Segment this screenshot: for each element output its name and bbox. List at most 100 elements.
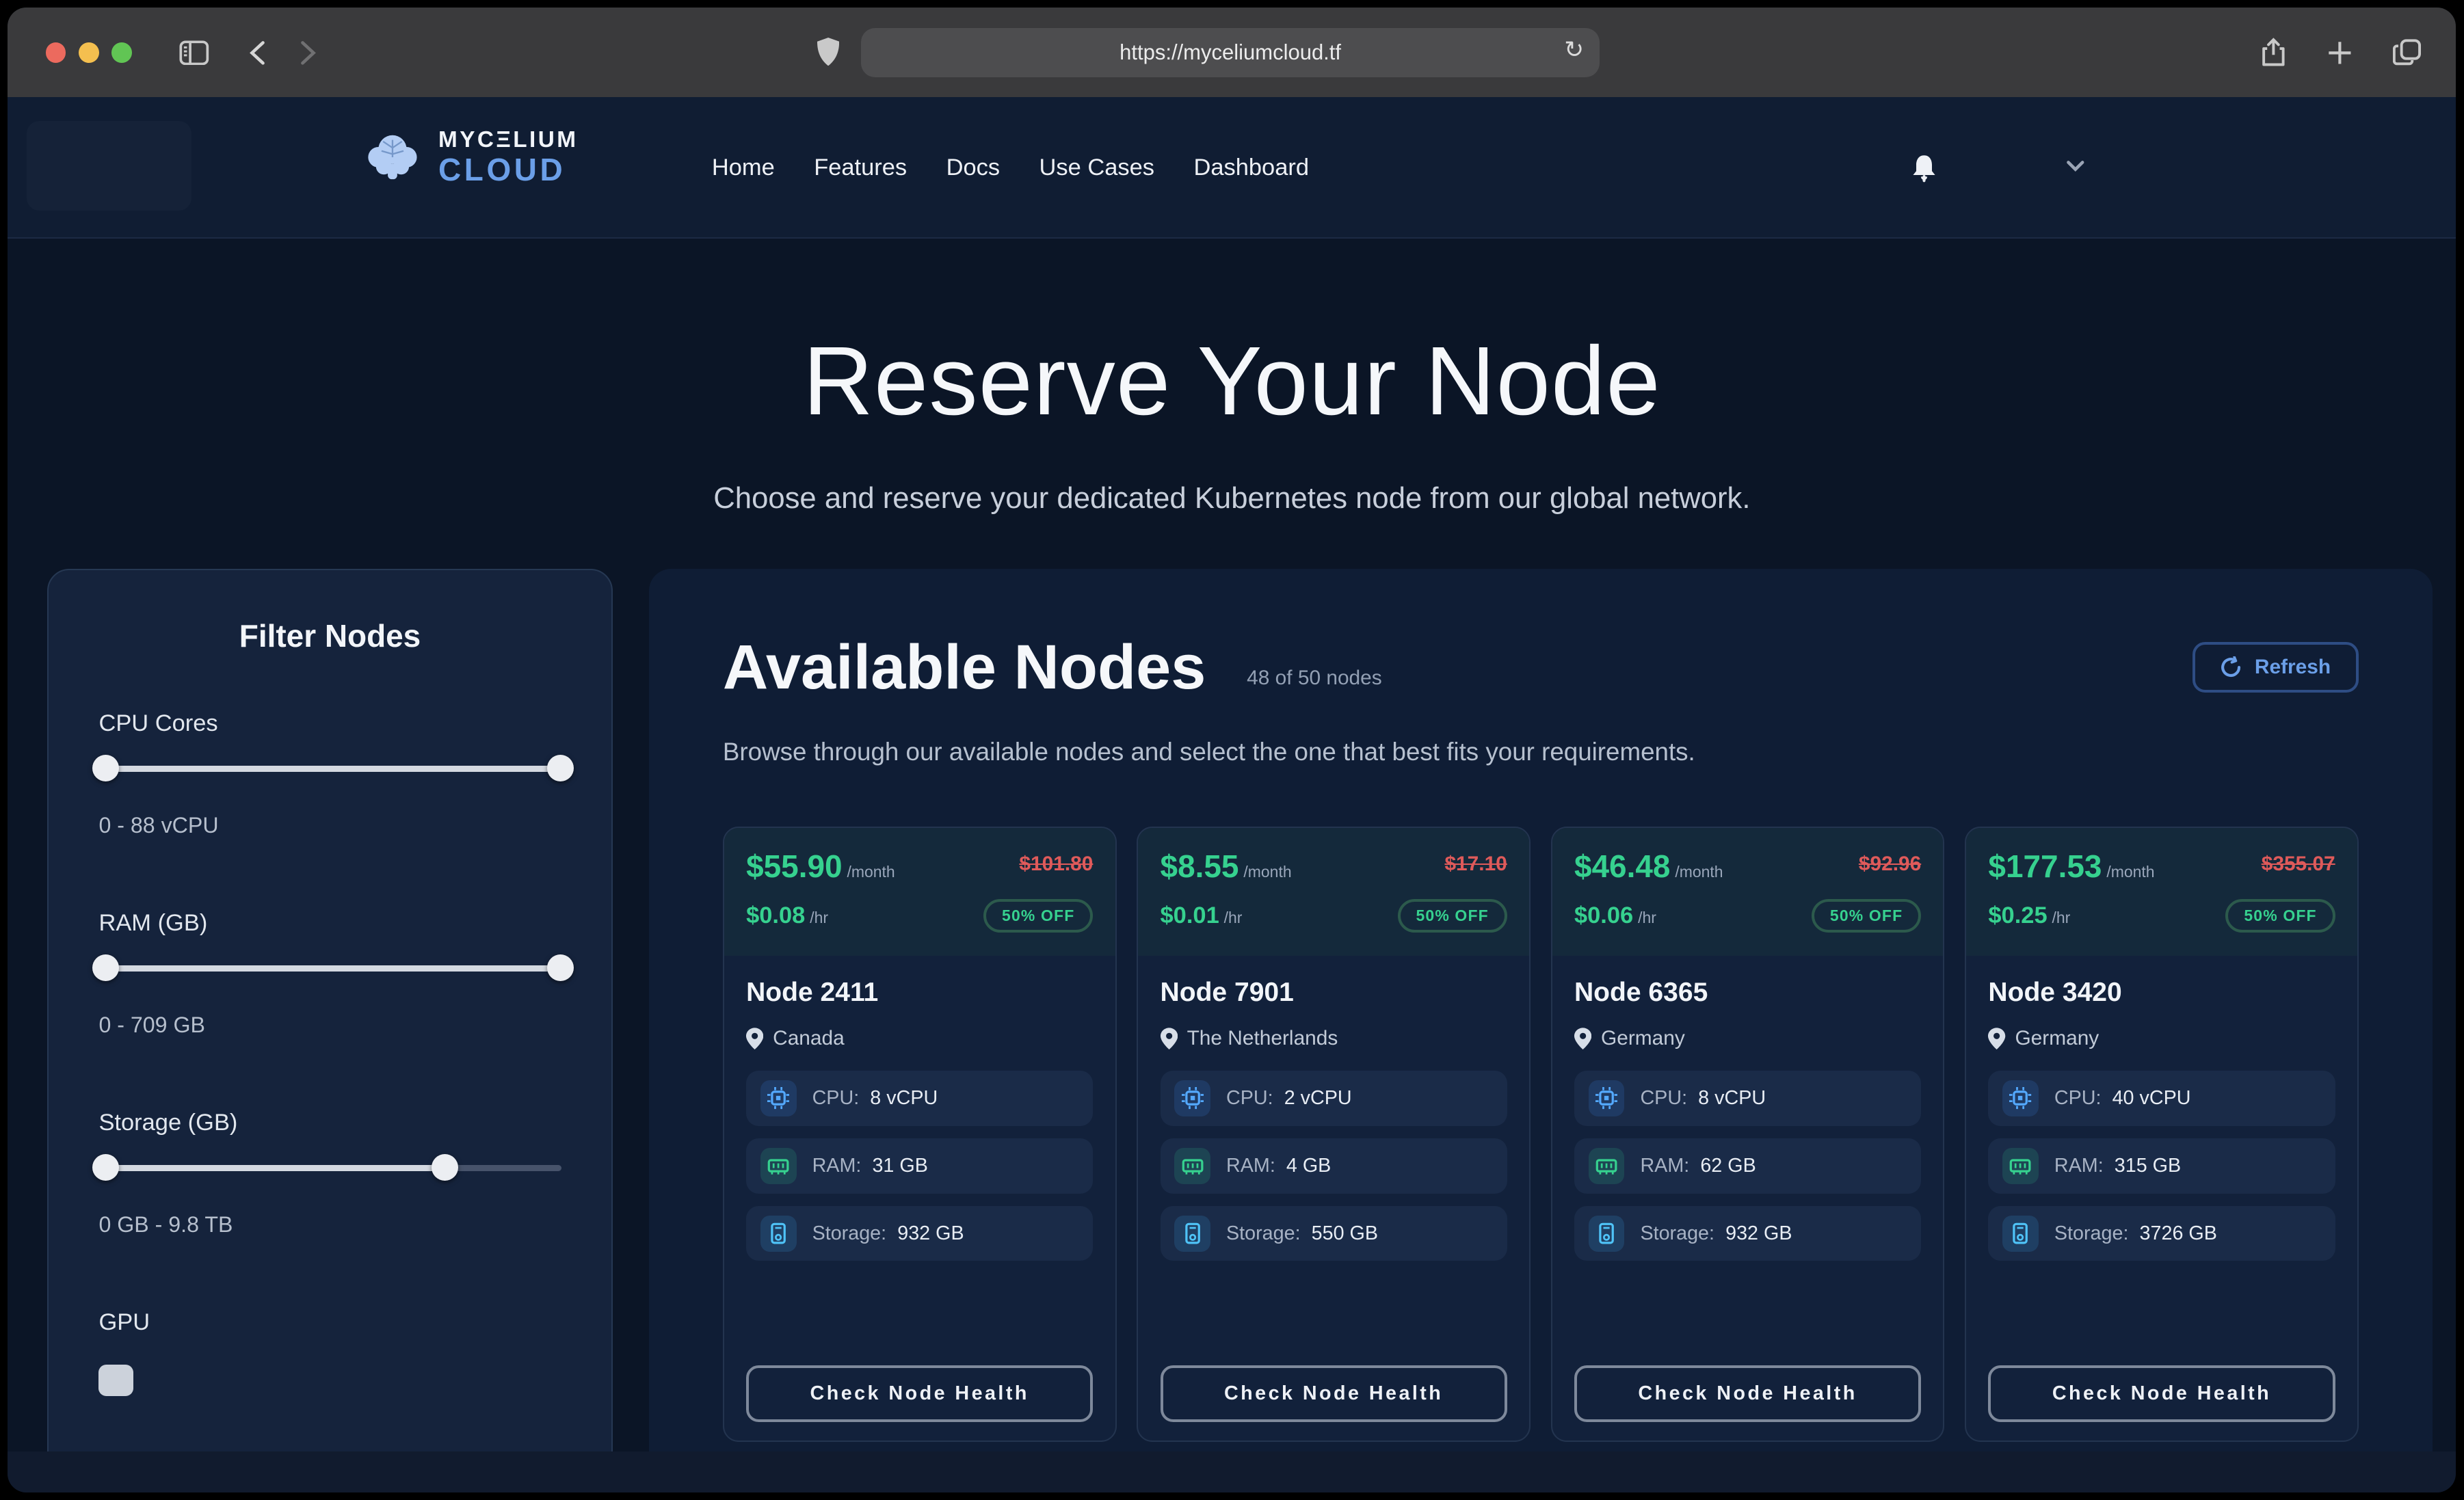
storage-label: Storage: bbox=[812, 1222, 887, 1245]
cpu-value: 8 vCPU bbox=[870, 1087, 938, 1110]
window-bottom-edge bbox=[8, 1451, 2456, 1492]
node-name: Node 6365 bbox=[1574, 978, 1921, 1008]
ram-spec-row: RAM: 4 GB bbox=[1161, 1138, 1507, 1193]
address-bar[interactable]: https://myceliumcloud.tf ↻ bbox=[861, 28, 1600, 77]
discount-badge: 50% OFF bbox=[1812, 899, 1921, 933]
per-hour-label: /hr bbox=[810, 909, 828, 926]
cpu-slider-min-handle[interactable] bbox=[92, 755, 119, 781]
cpu-icon bbox=[1589, 1080, 1625, 1116]
storage-icon bbox=[1589, 1216, 1625, 1252]
nav-link-dashboard[interactable]: Dashboard bbox=[1193, 155, 1309, 181]
discount-badge: 50% OFF bbox=[983, 899, 1093, 933]
cpu-label: CPU: bbox=[2054, 1087, 2102, 1110]
storage-value: 932 GB bbox=[897, 1222, 964, 1245]
storage-label: Storage: bbox=[1226, 1222, 1301, 1245]
ram-spec-row: RAM: 62 GB bbox=[1574, 1138, 1921, 1193]
price-header: $46.48/month $92.96 $0.06/hr 50% OFF bbox=[1552, 828, 1944, 956]
storage-slider-min-handle[interactable] bbox=[92, 1154, 119, 1181]
ram-slider[interactable] bbox=[98, 965, 561, 972]
back-icon[interactable] bbox=[250, 40, 265, 66]
cpu-spec-row: CPU: 8 vCPU bbox=[1574, 1071, 1921, 1125]
storage-value: 932 GB bbox=[1725, 1222, 1792, 1245]
ram-label: RAM: bbox=[812, 1155, 862, 1177]
ram-spec-row: RAM: 315 GB bbox=[1988, 1138, 2335, 1193]
node-location: Germany bbox=[2015, 1027, 2099, 1050]
location-pin-icon bbox=[1574, 1027, 1591, 1050]
check-node-health-button[interactable]: Check Node Health bbox=[746, 1365, 1093, 1421]
monthly-price: $8.55 bbox=[1161, 848, 1239, 884]
cpu-slider-max-handle[interactable] bbox=[547, 755, 574, 781]
cpu-value: 40 vCPU bbox=[2112, 1087, 2191, 1110]
per-hour-label: /hr bbox=[2052, 909, 2071, 926]
window-controls bbox=[46, 42, 132, 63]
browser-window: https://myceliumcloud.tf ↻ bbox=[8, 8, 2456, 1492]
filter-range-text: 0 - 88 vCPU bbox=[98, 813, 561, 838]
discount-badge: 50% OFF bbox=[1398, 899, 1507, 933]
cpu-slider[interactable] bbox=[98, 766, 561, 772]
cpu-spec-row: CPU: 40 vCPU bbox=[1988, 1071, 2335, 1125]
filter-label: GPU bbox=[98, 1309, 561, 1336]
monthly-price: $46.48 bbox=[1574, 848, 1671, 884]
section-title: Available Nodes bbox=[723, 632, 1206, 704]
storage-slider[interactable] bbox=[98, 1165, 561, 1171]
site-navbar: MYCΞLIUM CLOUD Home Features Docs Use Ca… bbox=[8, 97, 2456, 239]
tab-overview-icon[interactable] bbox=[2393, 39, 2421, 66]
mycelium-cloud-logo-icon bbox=[361, 126, 424, 189]
storage-slider-max-handle[interactable] bbox=[432, 1154, 458, 1181]
location-pin-icon bbox=[746, 1027, 763, 1050]
sidebar-toggle-icon[interactable] bbox=[179, 40, 209, 66]
ram-icon bbox=[760, 1148, 797, 1184]
original-price: $101.80 bbox=[1019, 853, 1093, 876]
cpu-icon bbox=[2002, 1080, 2039, 1116]
account-chevron-down-icon[interactable] bbox=[2066, 160, 2085, 172]
node-name: Node 2411 bbox=[746, 978, 1093, 1008]
node-location: The Netherlands bbox=[1187, 1027, 1338, 1050]
ram-value: 4 GB bbox=[1286, 1155, 1331, 1177]
refresh-icon bbox=[2220, 656, 2242, 678]
share-icon[interactable] bbox=[2261, 38, 2286, 68]
ram-icon bbox=[1589, 1148, 1625, 1184]
check-node-health-button[interactable]: Check Node Health bbox=[1988, 1365, 2335, 1421]
cpu-spec-row: CPU: 8 vCPU bbox=[746, 1071, 1093, 1125]
gpu-checkbox[interactable] bbox=[98, 1365, 133, 1396]
brand-name-bottom: CLOUD bbox=[438, 155, 578, 186]
screen: https://myceliumcloud.tf ↻ bbox=[0, 0, 2464, 1500]
zoom-window-button[interactable] bbox=[111, 42, 132, 63]
ram-value: 31 GB bbox=[872, 1155, 927, 1177]
hourly-price: $0.25 bbox=[1988, 902, 2047, 928]
nav-link-use-cases[interactable]: Use Cases bbox=[1039, 155, 1155, 181]
node-count-text: 48 of 50 nodes bbox=[1247, 667, 1382, 690]
storage-label: Storage: bbox=[1640, 1222, 1714, 1245]
nav-links: Home Features Docs Use Cases Dashboard bbox=[712, 97, 1309, 239]
brand-logo[interactable]: MYCΞLIUM CLOUD bbox=[361, 126, 578, 189]
forward-icon[interactable] bbox=[300, 40, 316, 66]
node-name: Node 3420 bbox=[1988, 978, 2335, 1008]
per-month-label: /month bbox=[2106, 863, 2154, 881]
browser-toolbar: https://myceliumcloud.tf ↻ bbox=[8, 8, 2456, 97]
nav-link-features[interactable]: Features bbox=[814, 155, 907, 181]
new-tab-icon[interactable] bbox=[2327, 40, 2353, 66]
check-node-health-button[interactable]: Check Node Health bbox=[1574, 1365, 1921, 1421]
page-title: Reserve Your Node bbox=[8, 239, 2456, 437]
per-hour-label: /hr bbox=[1224, 909, 1243, 926]
ram-slider-max-handle[interactable] bbox=[547, 954, 574, 981]
hourly-price: $0.06 bbox=[1574, 902, 1633, 928]
nav-link-home[interactable]: Home bbox=[712, 155, 775, 181]
per-month-label: /month bbox=[1243, 863, 1291, 881]
close-window-button[interactable] bbox=[46, 42, 66, 63]
ram-slider-min-handle[interactable] bbox=[92, 954, 119, 981]
cpu-value: 8 vCPU bbox=[1698, 1087, 1766, 1110]
cpu-label: CPU: bbox=[1226, 1087, 1273, 1110]
filter-label: Storage (GB) bbox=[98, 1110, 561, 1136]
reload-icon[interactable]: ↻ bbox=[1564, 36, 1584, 64]
ram-spec-row: RAM: 31 GB bbox=[746, 1138, 1093, 1193]
nav-link-docs[interactable]: Docs bbox=[946, 155, 1001, 181]
available-nodes-panel: Available Nodes 48 of 50 nodes Refresh B… bbox=[649, 569, 2433, 1492]
filter-panel-title: Filter Nodes bbox=[98, 617, 561, 654]
minimize-window-button[interactable] bbox=[79, 42, 99, 63]
node-card: $55.90/month $101.80 $0.08/hr 50% OFF No… bbox=[723, 827, 1117, 1443]
notifications-bell-icon[interactable] bbox=[1911, 154, 1937, 184]
refresh-button[interactable]: Refresh bbox=[2193, 642, 2359, 693]
check-node-health-button[interactable]: Check Node Health bbox=[1161, 1365, 1507, 1421]
brand-name-top: MYCΞLIUM bbox=[438, 129, 578, 151]
